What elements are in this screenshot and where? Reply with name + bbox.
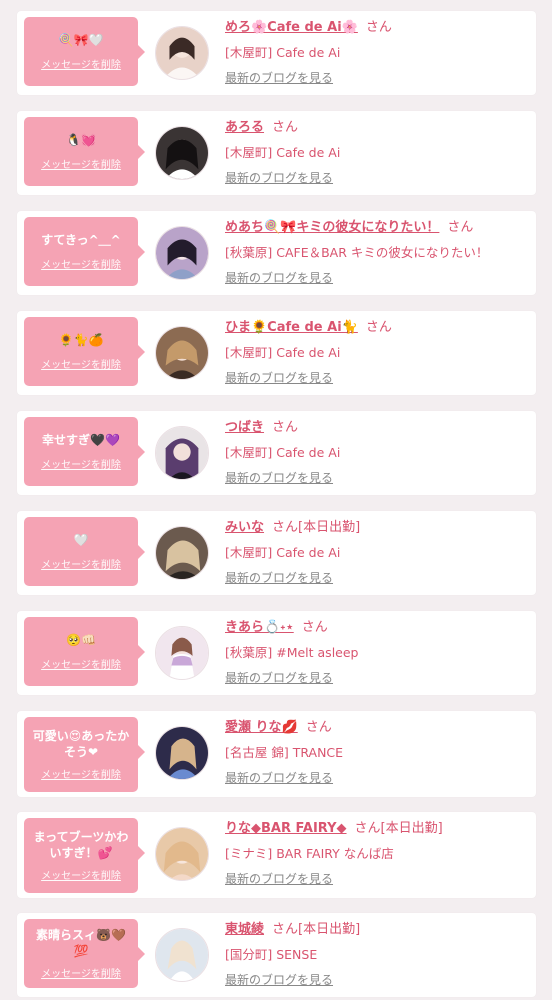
message-text: 幸せすぎ🖤💜 xyxy=(42,433,120,447)
message-card: 可愛い😍あったかそう❤ メッセージを削除 愛瀬 りな💋 さん [名古屋 錦] TR… xyxy=(17,711,536,797)
shop-info: [ミナミ] BAR FAIRY なんば店 xyxy=(225,846,394,861)
honorific: さん xyxy=(272,520,299,535)
message-bubble: 🍭🎀🤍 メッセージを削除 xyxy=(24,17,145,86)
cast-name-link[interactable]: ひま🌻Cafe de Ai🐈 xyxy=(225,320,358,335)
shift-status: [本日出勤] xyxy=(298,520,361,535)
message-text: 🌻🐈🍊 xyxy=(58,333,104,347)
cast-name-link[interactable]: つばき xyxy=(225,420,264,435)
honorific: さん xyxy=(365,320,392,335)
message-card: 素晴らスィ🐻🤎💯 メッセージを削除 東城綾 さん[本日出勤] [国分町] SENS… xyxy=(17,913,536,997)
cast-name-link[interactable]: めろ🌸Cafe de Ai🌸 xyxy=(225,20,358,35)
honorific: さん xyxy=(301,620,328,635)
avatar[interactable] xyxy=(155,226,209,280)
cast-name-link[interactable]: めあち🍭🎀キミの彼女になりたい！ xyxy=(225,220,439,235)
cast-name-link[interactable]: みいな xyxy=(225,520,264,535)
shop-info: [秋葉原] #Melt asleep xyxy=(225,645,359,660)
cast-name-link[interactable]: りな◆BAR FAIRY◆ xyxy=(225,821,347,836)
honorific: さん xyxy=(447,220,474,235)
cast-name-link[interactable]: あろる xyxy=(225,120,264,135)
avatar[interactable] xyxy=(155,326,209,380)
message-text: すてきっ^＿^ xyxy=(41,233,121,247)
avatar[interactable] xyxy=(155,426,209,480)
delete-message-link[interactable]: メッセージを削除 xyxy=(41,965,121,980)
latest-blog-link[interactable]: 最新のブログを見る xyxy=(225,769,528,786)
shift-status: [本日出勤] xyxy=(380,821,443,836)
latest-blog-link[interactable]: 最新のブログを見る xyxy=(225,469,528,486)
latest-blog-link[interactable]: 最新のブログを見る xyxy=(225,69,528,86)
honorific: さん xyxy=(272,922,299,937)
message-card: すてきっ^＿^ メッセージを削除 めあち🍭🎀キミの彼女になりたい！ さん [秋葉原… xyxy=(17,211,536,295)
message-card: 🐧💓 メッセージを削除 あろる さん [木屋町] Cafe de Ai 最新のブロ… xyxy=(17,111,536,195)
message-list: 🍭🎀🤍 メッセージを削除 めろ🌸Cafe de Ai🌸 さん [木屋町] Cafe… xyxy=(0,0,552,1000)
message-card: まってブーツかわいすぎ！💕 メッセージを削除 りな◆BAR FAIRY◆ さん[本… xyxy=(17,812,536,898)
message-card: 🤍 メッセージを削除 みいな さん[本日出勤] [木屋町] Cafe de Ai … xyxy=(17,511,536,595)
avatar[interactable] xyxy=(155,928,209,982)
shop-info: [国分町] SENSE xyxy=(225,947,318,962)
message-bubble: 🐧💓 メッセージを削除 xyxy=(24,117,145,186)
shop-info: [名古屋 錦] TRANCE xyxy=(225,745,344,760)
message-bubble: 🥺👊🏻 メッセージを削除 xyxy=(24,617,145,686)
message-card: 幸せすぎ🖤💜 メッセージを削除 つばき さん [木屋町] Cafe de Ai 最… xyxy=(17,411,536,495)
message-bubble: まってブーツかわいすぎ！💕 メッセージを削除 xyxy=(24,818,145,893)
cast-name-link[interactable]: きあら💍˖⋆ xyxy=(225,620,294,635)
shop-info: [木屋町] Cafe de Ai xyxy=(225,545,341,560)
message-bubble: 幸せすぎ🖤💜 メッセージを削除 xyxy=(24,417,145,486)
delete-message-link[interactable]: メッセージを削除 xyxy=(41,556,121,571)
honorific: さん xyxy=(365,20,392,35)
message-text: 🥺👊🏻 xyxy=(66,633,96,647)
avatar[interactable] xyxy=(155,827,209,881)
message-bubble: 🌻🐈🍊 メッセージを削除 xyxy=(24,317,145,386)
message-card: 🍭🎀🤍 メッセージを削除 めろ🌸Cafe de Ai🌸 さん [木屋町] Cafe… xyxy=(17,11,536,95)
message-text: まってブーツかわいすぎ！💕 xyxy=(33,830,129,860)
message-text: 素晴らスィ🐻🤎💯 xyxy=(36,928,126,958)
latest-blog-link[interactable]: 最新のブログを見る xyxy=(225,569,528,586)
shop-info: [木屋町] Cafe de Ai xyxy=(225,45,341,60)
shift-status: [本日出勤] xyxy=(298,922,361,937)
honorific: さん xyxy=(305,720,332,735)
delete-message-link[interactable]: メッセージを削除 xyxy=(41,356,121,371)
avatar[interactable] xyxy=(155,126,209,180)
message-card: 🥺👊🏻 メッセージを削除 きあら💍˖⋆ さん [秋葉原] #Melt asleep… xyxy=(17,611,536,695)
message-bubble: すてきっ^＿^ メッセージを削除 xyxy=(24,217,145,286)
cast-name-link[interactable]: 愛瀬 りな💋 xyxy=(225,720,298,735)
message-text: 🤍 xyxy=(73,533,89,547)
latest-blog-link[interactable]: 最新のブログを見る xyxy=(225,269,528,286)
avatar[interactable] xyxy=(155,26,209,80)
message-bubble: 素晴らスィ🐻🤎💯 メッセージを削除 xyxy=(24,919,145,988)
delete-message-link[interactable]: メッセージを削除 xyxy=(41,867,121,882)
delete-message-link[interactable]: メッセージを削除 xyxy=(41,456,121,471)
message-bubble: 🤍 メッセージを削除 xyxy=(24,517,145,586)
honorific: さん xyxy=(272,120,299,135)
latest-blog-link[interactable]: 最新のブログを見る xyxy=(225,169,528,186)
honorific: さん xyxy=(354,821,381,836)
latest-blog-link[interactable]: 最新のブログを見る xyxy=(225,369,528,386)
cast-name-link[interactable]: 東城綾 xyxy=(225,922,264,937)
delete-message-link[interactable]: メッセージを削除 xyxy=(41,656,121,671)
message-bubble: 可愛い😍あったかそう❤ メッセージを削除 xyxy=(24,717,145,792)
latest-blog-link[interactable]: 最新のブログを見る xyxy=(225,971,528,988)
honorific: さん xyxy=(272,420,299,435)
shop-info: [木屋町] Cafe de Ai xyxy=(225,145,341,160)
message-card: 🌻🐈🍊 メッセージを削除 ひま🌻Cafe de Ai🐈 さん [木屋町] Cafe… xyxy=(17,311,536,395)
delete-message-link[interactable]: メッセージを削除 xyxy=(41,766,121,781)
delete-message-link[interactable]: メッセージを削除 xyxy=(41,156,121,171)
shop-info: [秋葉原] CAFE＆BAR キミの彼女になりたい！ xyxy=(225,245,489,260)
shop-info: [木屋町] Cafe de Ai xyxy=(225,345,341,360)
avatar[interactable] xyxy=(155,626,209,680)
latest-blog-link[interactable]: 最新のブログを見る xyxy=(225,669,528,686)
delete-message-link[interactable]: メッセージを削除 xyxy=(41,256,121,271)
message-text: 🍭🎀🤍 xyxy=(58,33,104,47)
message-text: 可愛い😍あったかそう❤ xyxy=(32,729,130,759)
latest-blog-link[interactable]: 最新のブログを見る xyxy=(225,870,528,887)
message-text: 🐧💓 xyxy=(66,133,96,147)
shop-info: [木屋町] Cafe de Ai xyxy=(225,445,341,460)
delete-message-link[interactable]: メッセージを削除 xyxy=(41,56,121,71)
avatar[interactable] xyxy=(155,526,209,580)
avatar[interactable] xyxy=(155,726,209,780)
